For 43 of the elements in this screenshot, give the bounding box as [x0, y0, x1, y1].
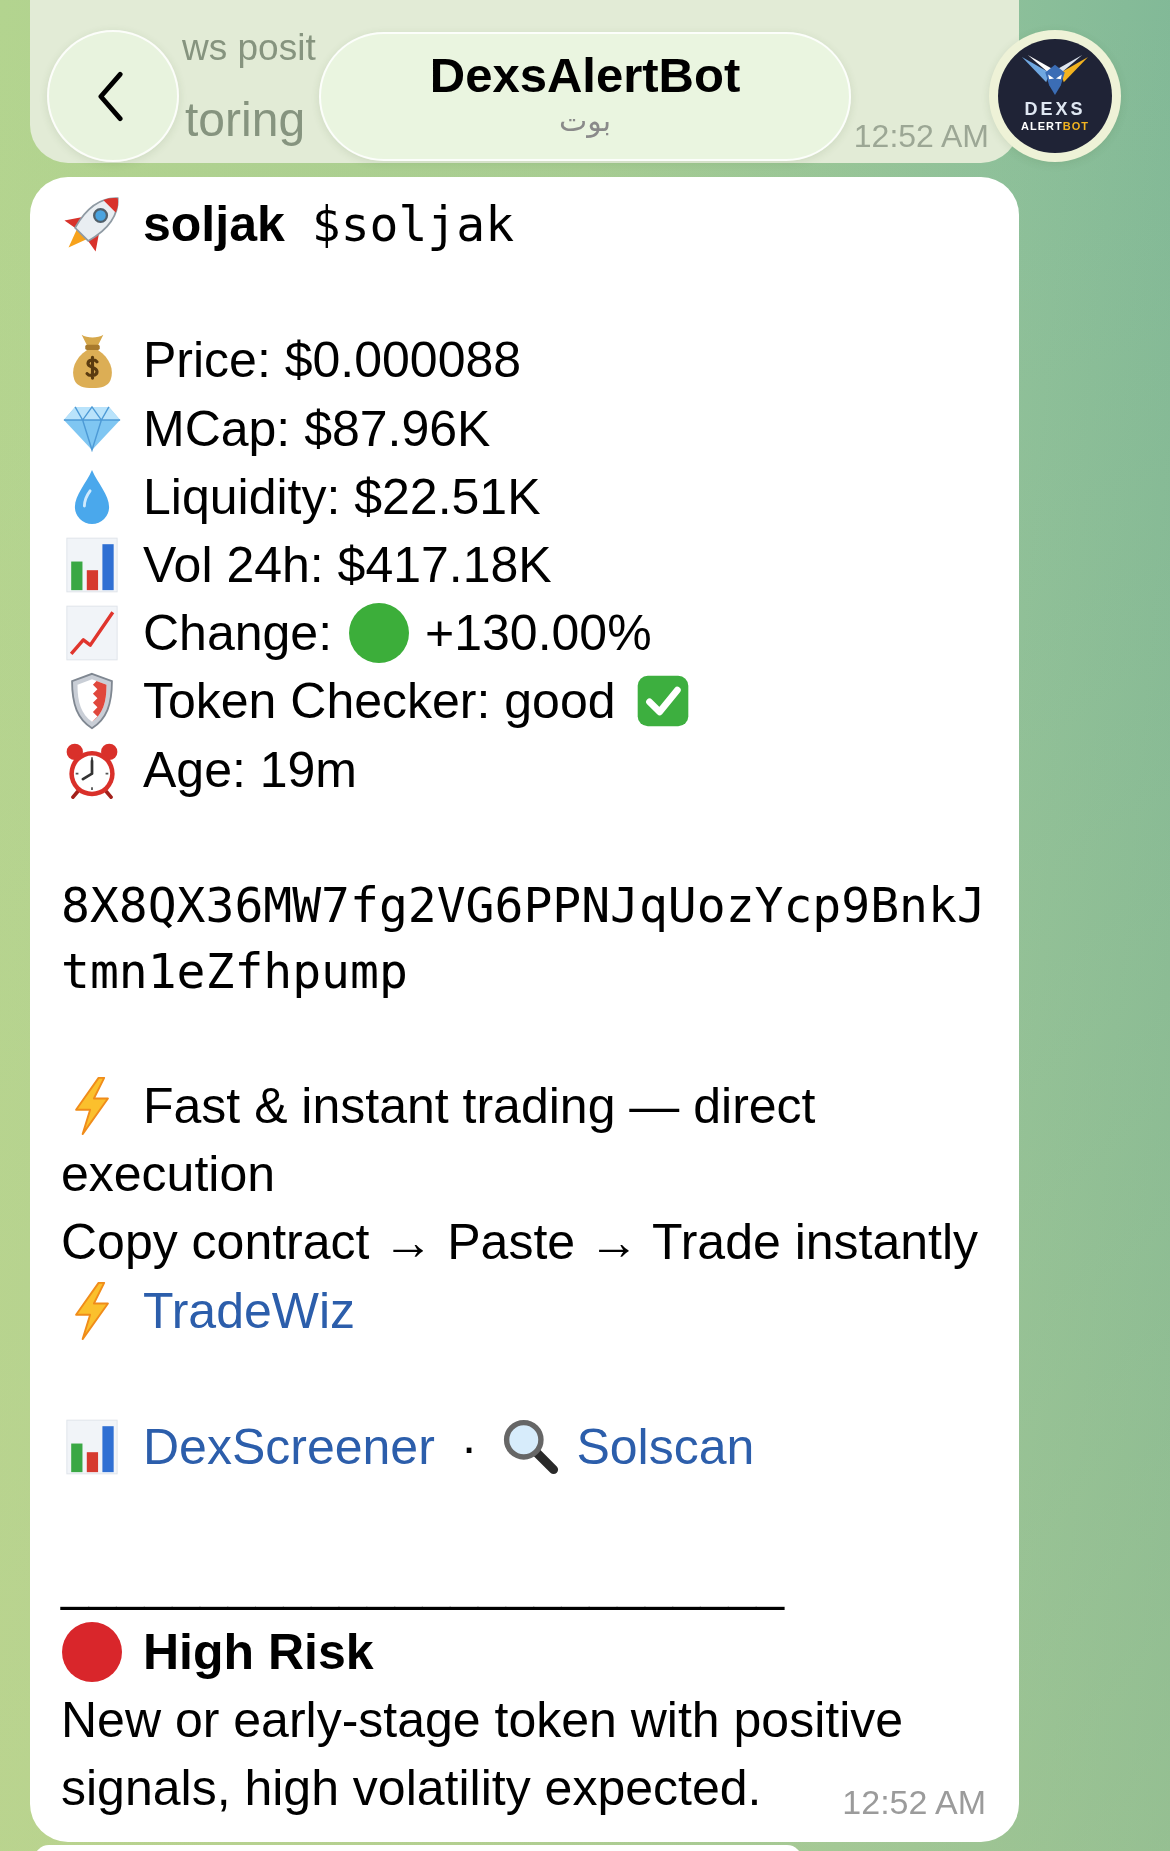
promo-steps: Copy contract → Paste → Trade instantly — [61, 1208, 979, 1277]
promo-text: execution — [61, 1145, 276, 1205]
stat-text: Liquidity: $22.51K — [143, 467, 541, 527]
lightning-icon — [74, 1076, 110, 1137]
token-name: soljak — [143, 195, 285, 254]
contract-address: 8X8QX36MW7fg2VG6PPNJqUozYcp9BnkJtmn1eZfhpump — [61, 875, 987, 1001]
logo-tagline: ALERTBOT — [1021, 120, 1089, 133]
stat-text: MCap: $87.96K — [143, 399, 491, 459]
text-link[interactable]: Solscan — [576, 1413, 755, 1482]
stat-text: Price: $0.000088 — [143, 331, 522, 391]
shield-icon — [70, 672, 114, 731]
divider-text: __________________________ — [61, 1554, 784, 1614]
bar-chart-icon — [66, 1419, 118, 1476]
droplet-icon — [73, 468, 111, 526]
stat-text: Change: — [143, 604, 333, 664]
change-value: +130.00% — [425, 604, 652, 664]
stat-text: Age: 19m — [143, 740, 357, 800]
message-time: 12:52 AM — [853, 117, 989, 156]
bot-avatar[interactable]: DEXS ALERTBOT — [989, 30, 1121, 162]
separator-text: · — [460, 1418, 478, 1478]
bar-chart-icon — [66, 537, 118, 594]
search-icon — [503, 1419, 560, 1476]
chat-subtitle: بوت — [558, 102, 612, 140]
risk-description: signals, high volatility expected. — [61, 1759, 762, 1818]
message-time: 12:52 AM — [842, 1782, 986, 1823]
gem-icon — [62, 405, 122, 453]
chevron-icon — [96, 70, 124, 122]
text-link[interactable]: DexScreener — [143, 1413, 435, 1482]
chat-title: DexsAlertBot — [429, 47, 741, 103]
lightning-icon — [74, 1280, 110, 1341]
line-chart-icon — [66, 605, 118, 662]
message-text: toring — [185, 94, 306, 146]
logo-wordmark: DEXS — [1024, 100, 1086, 118]
message-text: ws posit — [182, 26, 316, 70]
risk-description: New or early-stage token with positive — [61, 1690, 904, 1750]
text-link[interactable]: TradeWiz — [143, 1276, 356, 1345]
rocket-icon — [63, 195, 121, 254]
stat-text: Vol 24h: $417.18K — [143, 535, 552, 595]
risk-title: High Risk — [143, 1622, 374, 1682]
promo-text: Fast & instant trading — direct — [143, 1077, 816, 1137]
bird-logo-icon — [1020, 53, 1090, 96]
stat-text: Token Checker: good — [143, 672, 616, 732]
token-ticker: $soljak — [311, 195, 515, 254]
